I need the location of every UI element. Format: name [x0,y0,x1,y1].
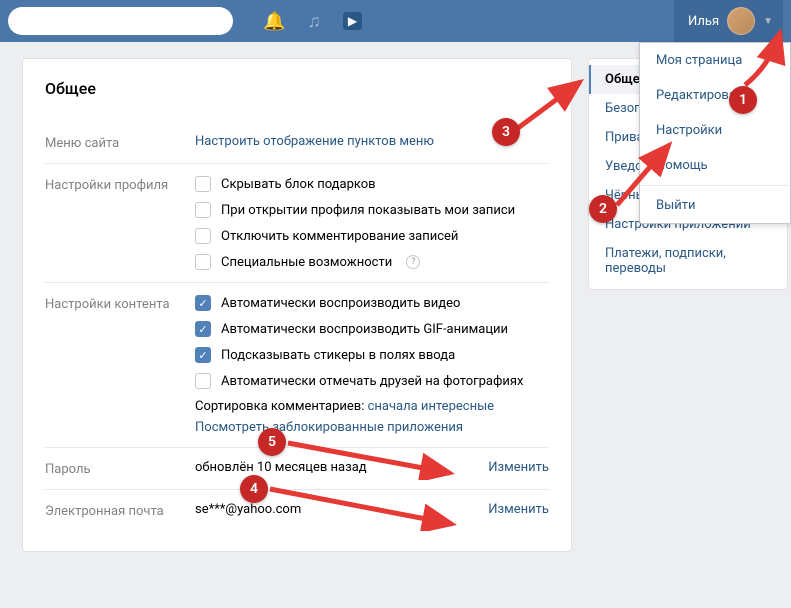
music-icon[interactable]: ♫ [307,11,321,32]
change-email-link[interactable]: Изменить [488,502,549,517]
search-input[interactable] [8,7,233,35]
top-header: 🔔 ♫ ▶ Илья ▼ [0,0,791,42]
password-value: обновлён 10 месяцев назад [195,460,367,475]
sort-label: Сортировка комментариев: [195,399,368,414]
bell-icon[interactable]: 🔔 [263,11,285,32]
row-label: Настройки профиля [45,176,195,193]
checkbox[interactable] [195,202,211,218]
checkbox-label: Подсказывать стикеры в полях ввода [221,348,455,363]
email-value: se***@yahoo.com [195,502,301,517]
annotation-4: 4 [240,475,268,503]
checkbox-label: Автоматически воспроизводить GIF-анимаци… [221,322,508,337]
user-menu-trigger[interactable]: Илья ▼ [674,0,783,42]
dropdown-item[interactable]: Моя страница [640,43,790,78]
annotation-2: 2 [589,195,617,223]
change-password-link[interactable]: Изменить [488,460,549,475]
checkbox[interactable]: ✓ [195,347,211,363]
row-profile-settings: Настройки профиля Скрывать блок подарков… [45,163,549,282]
checkbox-label: Отключить комментирование записей [221,229,458,244]
checkbox-row: Отключить комментирование записей [195,228,549,244]
row-label: Меню сайта [45,134,195,151]
checkbox-row: Специальные возможности? [195,254,549,270]
configure-menu-link[interactable]: Настроить отображение пунктов меню [195,134,434,149]
checkbox[interactable] [195,254,211,270]
checkbox[interactable] [195,373,211,389]
user-name: Илья [688,14,719,29]
checkbox-label: Автоматически воспроизводить видео [221,296,460,311]
user-dropdown: Моя страницаРедактироватьНастройкиПомощь… [639,42,791,224]
row-email: Электронная почта se***@yahoo.com Измени… [45,489,549,531]
checkbox-row: При открытии профиля показывать мои запи… [195,202,549,218]
checkbox[interactable] [195,228,211,244]
sort-link[interactable]: сначала интересные [368,399,494,414]
settings-panel: Общее Меню сайта Настроить отображение п… [22,58,572,552]
row-password: Пароль обновлён 10 месяцев назад Изменит… [45,447,549,489]
dropdown-item[interactable]: Выйти [640,188,790,223]
row-site-menu: Меню сайта Настроить отображение пунктов… [45,122,549,163]
checkbox-label: Скрывать блок подарков [221,177,376,192]
checkbox[interactable]: ✓ [195,321,211,337]
avatar [727,7,755,35]
header-icons: 🔔 ♫ ▶ [263,11,362,32]
nav-tab[interactable]: Платежи, подписки, переводы [589,239,787,283]
blocked-apps-link[interactable]: Посмотреть заблокированные приложения [195,420,549,435]
checkbox-row: ✓ Автоматически воспроизводить GIF-анимац… [195,321,549,337]
annotation-5: 5 [258,428,286,456]
dropdown-item[interactable]: Настройки [640,113,790,148]
checkbox-label: При открытии профиля показывать мои запи… [221,203,515,218]
row-label: Настройки контента [45,295,195,312]
checkbox-row: ✓ Автоматически воспроизводить видео [195,295,549,311]
checkbox-row: ✓ Подсказывать стикеры в полях ввода [195,347,549,363]
chevron-down-icon: ▼ [763,16,773,27]
row-label: Электронная почта [45,502,195,519]
help-icon[interactable]: ? [406,255,420,269]
annotation-1: 1 [729,86,757,114]
dropdown-item[interactable]: Помощь [640,148,790,183]
checkbox-label: Автоматически отмечать друзей на фотогра… [221,374,523,389]
row-content-settings: Настройки контента ✓ Автоматически воспро… [45,282,549,447]
checkbox-label: Специальные возможности [221,255,392,270]
row-label: Пароль [45,460,195,477]
video-icon[interactable]: ▶ [343,12,362,30]
checkbox[interactable]: ✓ [195,295,211,311]
checkbox-row: Скрывать блок подарков [195,176,549,192]
checkbox-row: Автоматически отмечать друзей на фотогра… [195,373,549,389]
annotation-3: 3 [492,118,520,146]
page-title: Общее [45,79,549,98]
dropdown-item[interactable]: Редактировать [640,78,790,113]
checkbox[interactable] [195,176,211,192]
